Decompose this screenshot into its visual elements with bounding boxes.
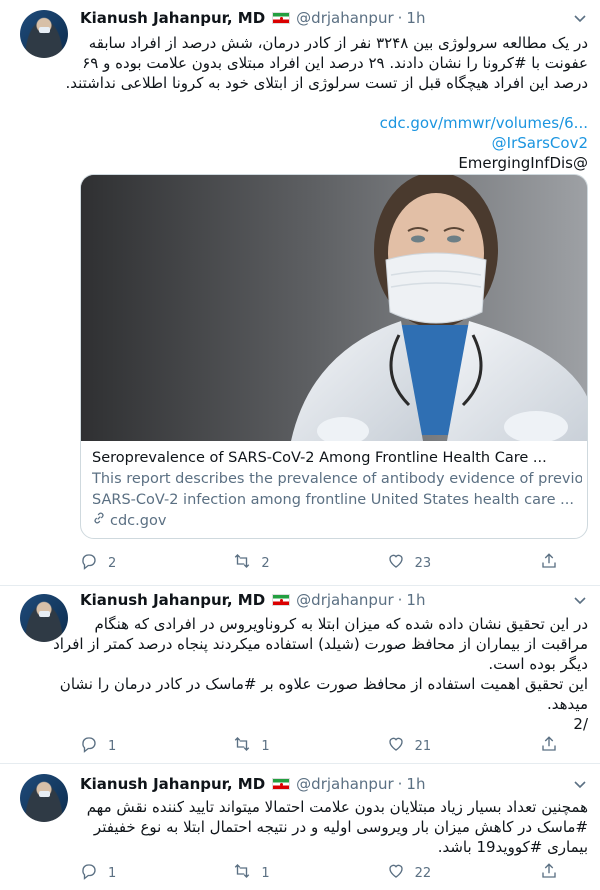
tweet[interactable]: Kianush Jahanpur, MD @drjahanpur · 1h در… — [0, 586, 600, 764]
share-button[interactable] — [540, 862, 560, 884]
tweet-actions: 1 1 22 — [80, 863, 560, 883]
like-button[interactable]: 21 — [387, 735, 497, 757]
card-title[interactable]: Seroprevalence of SARS-CoV-2 Among Front… — [92, 448, 582, 469]
like-count: 22 — [414, 865, 432, 881]
retweet-count: 1 — [261, 865, 270, 881]
retweet-count: 2 — [261, 555, 270, 571]
avatar[interactable] — [20, 10, 68, 58]
like-button[interactable]: 23 — [387, 552, 497, 574]
reply-button[interactable]: 2 — [80, 552, 190, 574]
like-count: 21 — [414, 738, 432, 754]
tweet-line: دیگر بوده است. — [488, 655, 588, 673]
reply-button[interactable]: 1 — [80, 862, 190, 884]
card-description: This report describes the prevalence of … — [92, 471, 582, 487]
tweet-line: میدهد. — [547, 695, 588, 713]
separator-dot: · — [397, 591, 403, 609]
reply-count: 2 — [108, 555, 117, 571]
author-handle[interactable]: @drjahanpur — [296, 775, 393, 793]
like-icon — [387, 862, 405, 884]
mention-link[interactable]: @IrSarsCov2 — [80, 133, 588, 153]
tweet-line: عفونت با #کرونا را نشان دادند. ۲۹ درصد ا… — [82, 54, 588, 72]
iran-flag-icon — [272, 12, 291, 24]
share-icon — [540, 552, 558, 574]
card-text[interactable]: Seroprevalence of SARS-CoV-2 Among Front… — [92, 448, 582, 532]
avatar[interactable] — [20, 774, 68, 822]
retweet-button[interactable]: 2 — [233, 552, 343, 574]
share-button[interactable] — [540, 735, 560, 757]
tweet-line: همچنین تعداد بسیار زیاد مبتلایان بدون عل… — [86, 798, 588, 816]
retweet-icon — [233, 735, 251, 757]
tweet-time[interactable]: 1h — [406, 591, 425, 609]
card-domain[interactable]: cdc.gov — [92, 511, 582, 532]
reply-count: 1 — [108, 865, 117, 881]
author-name[interactable]: Kianush Jahanpur, MD — [80, 775, 265, 793]
tweet-line: در این تحقیق نشان داده شده که میزان ابتل… — [94, 615, 588, 633]
tweet-actions: 1 1 21 — [80, 736, 560, 756]
link-icon — [92, 511, 106, 532]
tweet-line: /2 — [573, 715, 588, 733]
like-icon — [387, 552, 405, 574]
like-icon — [387, 735, 405, 757]
retweet-icon — [233, 862, 251, 884]
share-icon — [540, 862, 558, 884]
tweet-header: Kianush Jahanpur, MD @drjahanpur · 1h — [80, 590, 425, 610]
author-name[interactable]: Kianush Jahanpur, MD — [80, 591, 265, 609]
tweet-actions: 2 2 23 — [80, 553, 560, 573]
retweet-count: 1 — [261, 738, 270, 754]
tweet-header: Kianush Jahanpur, MD @drjahanpur · 1h — [80, 8, 425, 28]
tweet-text: در یک مطالعه سرولوژی بین ۳۲۴۸ نفر از کاد… — [65, 33, 588, 173]
tweet-line: در یک مطالعه سرولوژی بین ۳۲۴۸ نفر از کاد… — [88, 34, 588, 52]
tweet-text: همچنین تعداد بسیار زیاد مبتلایان بدون عل… — [80, 797, 588, 857]
card-description: SARS-CoV-2 infection among frontline Uni… — [92, 492, 574, 508]
tweet-line: بیماری #کووید19 باشد. — [437, 838, 588, 856]
reply-icon — [80, 552, 98, 574]
tweet[interactable]: Kianush Jahanpur, MD @drjahanpur · 1h در… — [0, 0, 600, 586]
tweet-line: #ماسک در کاهش میزان بار ویروسی اولیه و د… — [93, 818, 588, 836]
retweet-button[interactable]: 1 — [233, 862, 343, 884]
author-handle[interactable]: @drjahanpur — [296, 591, 393, 609]
card-domain-label: cdc.gov — [110, 513, 167, 529]
iran-flag-icon — [272, 594, 291, 606]
tweet-line: درصد این افراد هیچگاه قبل از تست سرلوژی … — [65, 74, 588, 92]
retweet-button[interactable]: 1 — [233, 735, 343, 757]
tweet-time[interactable]: 1h — [406, 9, 425, 27]
reply-icon — [80, 735, 98, 757]
reply-icon — [80, 862, 98, 884]
reply-button[interactable]: 1 — [80, 735, 190, 757]
card-image[interactable] — [81, 175, 587, 441]
separator-dot: · — [397, 775, 403, 793]
tweet-text: در این تحقیق نشان داده شده که میزان ابتل… — [53, 614, 588, 734]
chevron-down-icon[interactable] — [572, 10, 588, 30]
iran-flag-icon — [272, 778, 291, 790]
link-card[interactable]: Seroprevalence of SARS-CoV-2 Among Front… — [80, 174, 588, 539]
author-handle[interactable]: @drjahanpur — [296, 9, 393, 27]
article-link[interactable]: cdc.gov/mmwr/volumes/6... — [80, 113, 588, 133]
like-count: 23 — [414, 555, 432, 571]
tweet-line: این تحقیق اهمیت استفاده از محافظ صورت عل… — [59, 675, 588, 693]
author-name[interactable]: Kianush Jahanpur, MD — [80, 9, 265, 27]
share-button[interactable] — [540, 552, 560, 574]
chevron-down-icon[interactable] — [572, 776, 588, 796]
retweet-icon — [233, 552, 251, 574]
chevron-down-icon[interactable] — [572, 592, 588, 612]
like-button[interactable]: 22 — [387, 862, 497, 884]
reply-count: 1 — [108, 738, 117, 754]
tweet-time[interactable]: 1h — [406, 775, 425, 793]
tweet-line: مراقبت از بیماران از محافظ صورت (شیلد) ا… — [53, 635, 588, 653]
mention-text[interactable]: EmergingInfDis@ — [80, 153, 588, 173]
tweet-header: Kianush Jahanpur, MD @drjahanpur · 1h — [80, 774, 425, 794]
share-icon — [540, 735, 558, 757]
separator-dot: · — [397, 9, 403, 27]
tweet[interactable]: Kianush Jahanpur, MD @drjahanpur · 1h هم… — [0, 764, 600, 890]
